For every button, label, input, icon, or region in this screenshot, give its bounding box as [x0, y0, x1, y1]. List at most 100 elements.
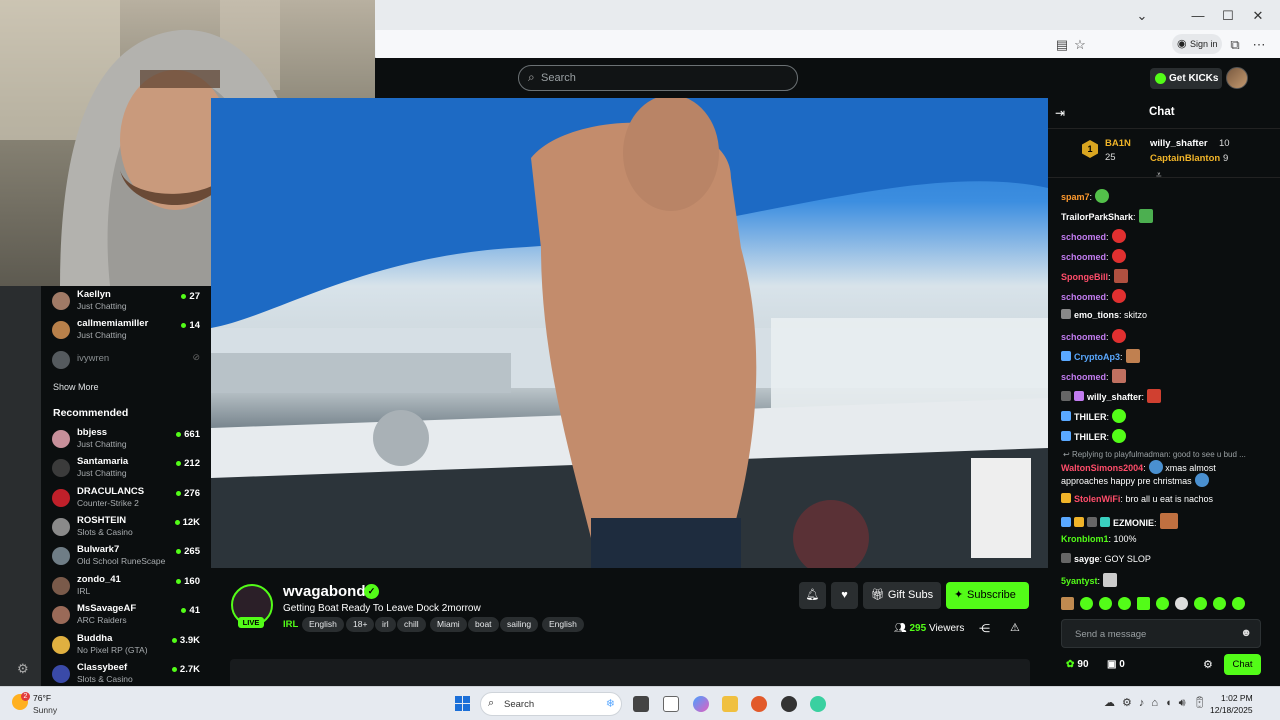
chat-message: schoomed: — [1061, 249, 1126, 263]
sidebar-channel-kaellyn[interactable]: Kaellyn Just Chatting 27 — [52, 289, 204, 317]
settings-gear-icon[interactable]: ⚙ — [17, 661, 29, 677]
sidebar-channel-classybeef[interactable]: Classybeef Slots & Casino 2.7K — [52, 662, 204, 684]
clock-time[interactable]: 1:02 PM — [1221, 693, 1253, 703]
copilot-icon[interactable] — [693, 696, 709, 712]
chat-settings-gear-icon[interactable]: ⚙ — [1203, 658, 1213, 671]
close-button[interactable]: ✕ — [1244, 6, 1272, 26]
task-view-icon[interactable] — [633, 696, 649, 712]
file-explorer-icon[interactable] — [722, 696, 738, 712]
clock-date[interactable]: 12/18/2025 — [1210, 705, 1253, 715]
emote-icon[interactable] — [1213, 597, 1226, 610]
chat-message-input[interactable]: Send a message ☻ — [1061, 619, 1261, 648]
emote-icon[interactable] — [1194, 597, 1207, 610]
app-icon[interactable] — [810, 696, 826, 712]
user-avatar[interactable] — [1226, 67, 1248, 89]
sidebar-channel-roshtein[interactable]: ROSHTEIN Slots & Casino 12K — [52, 515, 204, 543]
show-more-link[interactable]: Show More — [53, 382, 99, 392]
emote-icon[interactable] — [1156, 597, 1169, 610]
chat-message: schoomed: — [1061, 329, 1126, 343]
stream-tag[interactable]: Miami — [430, 617, 467, 632]
subscribe-button[interactable]: ✦ Subscribe — [946, 582, 1029, 609]
channel-category: No Pixel RP (GTA) — [77, 645, 148, 655]
favorite-star-icon[interactable]: ☆ — [1071, 36, 1089, 54]
kicks-coin-icon — [1155, 73, 1166, 84]
kicks-balance[interactable]: ✿ 90 — [1066, 659, 1089, 670]
collapse-chat-icon[interactable]: ⇥ — [1055, 106, 1065, 120]
chat-message: StolenWiFi: bro all u eat is nachos — [1061, 493, 1213, 505]
emote-icon[interactable] — [1061, 597, 1074, 610]
get-kicks-button[interactable]: Get KICKs — [1150, 68, 1222, 89]
reply-arrow-icon: ↩ — [1063, 450, 1072, 459]
leaderboard-second-name[interactable]: willy_shafter — [1150, 138, 1208, 149]
reader-view-icon[interactable]: ▤ — [1053, 36, 1071, 54]
sidebar-channel-ivywren[interactable]: ivywren ⊘ — [52, 348, 204, 376]
site-search-input[interactable]: ⌕ Search — [518, 65, 798, 91]
sidebar-channel-mssavageaf[interactable]: MsSavageAF ARC Raiders 41 — [52, 603, 204, 631]
notepad-icon[interactable] — [663, 696, 679, 712]
follow-heart-button[interactable]: ♥ — [831, 582, 858, 609]
menu-icon[interactable]: ⋯ — [1250, 36, 1268, 54]
stream-tag[interactable]: boat — [468, 617, 499, 632]
system-tray[interactable]: ☁⚙♪⌂◖🔊︎🔋︎ — [1104, 696, 1214, 710]
stream-tag[interactable]: English — [542, 617, 584, 632]
emote-icon[interactable] — [1080, 597, 1093, 610]
chat-message: SpongeBill: — [1061, 269, 1128, 283]
channel-name[interactable]: wvagabond — [283, 583, 366, 600]
address-bar[interactable] — [376, 30, 1280, 58]
sign-in-button[interactable]: ◉ Sign in — [1172, 34, 1222, 54]
video-player[interactable] — [211, 98, 1048, 568]
expand-leaderboard-icon[interactable]: ⩡ — [1156, 170, 1162, 181]
profile-icon: ◉ — [1177, 38, 1187, 50]
firefox-icon[interactable] — [751, 696, 767, 712]
sidebar-channel-santamaria[interactable]: Santamaria Just Chatting 212 — [52, 456, 204, 484]
chat-message: THILER: — [1061, 429, 1127, 443]
stream-category-link[interactable]: IRL — [283, 619, 298, 630]
leaderboard-third-name[interactable]: CaptainBlanton — [1150, 153, 1220, 164]
emote-icon[interactable] — [1232, 597, 1245, 610]
viewers-icon: 👥︎ — [894, 623, 910, 634]
emote-icon[interactable] — [1175, 597, 1188, 610]
maximize-button[interactable]: ☐ — [1214, 6, 1242, 26]
weather-temperature[interactable]: 76°F — [33, 693, 51, 703]
viewer-count: 👥︎ 295 Viewers — [894, 623, 965, 634]
gifts-balance[interactable]: ▣ 0 — [1107, 659, 1125, 670]
sidebar-channel-zondo-41[interactable]: zondo_41 IRL 160 — [52, 574, 204, 602]
sidebar-channel-buddha[interactable]: Buddha No Pixel RP (GTA) 3.9K — [52, 633, 204, 661]
viewer-count: 41 — [181, 605, 200, 616]
stream-tag[interactable]: 18+ — [346, 617, 375, 632]
gift-subs-button[interactable]: 🎁︎ Gift Subs — [863, 582, 941, 609]
share-icon[interactable]: ⋲ — [979, 622, 990, 635]
channel-name: MsSavageAF — [77, 603, 137, 614]
emote-icon[interactable] — [1099, 597, 1112, 610]
emote-icon — [1111, 329, 1126, 343]
emote-icon[interactable] — [1118, 597, 1131, 610]
stream-tag[interactable]: chill — [397, 617, 426, 632]
sidebar-channel-bulwark7[interactable]: Bulwark7 Old School RuneScape 265 — [52, 544, 204, 572]
extensions-icon[interactable]: ⧉ — [1226, 36, 1244, 54]
viewer-count: 160 — [176, 576, 200, 587]
channel-name: zondo_41 — [77, 574, 121, 585]
stream-tag[interactable]: sailing — [500, 617, 539, 632]
taskbar-search-input[interactable]: ⌕ Search ❄ — [480, 692, 622, 716]
notification-bell-button[interactable]: 🔔︎ — [799, 582, 826, 609]
report-warning-icon[interactable]: ⚠ — [1010, 621, 1020, 634]
send-chat-button[interactable]: Chat — [1224, 654, 1261, 675]
reply-context[interactable]: ↩ Replying to playfulmadman: good to see… — [1063, 450, 1246, 459]
sidebar-channel-draculancs[interactable]: DRACULANCS Counter-Strike 2 276 — [52, 486, 204, 514]
leaderboard-first-name[interactable]: BA1N — [1105, 138, 1131, 149]
sidebar-channel-callmemiamiller[interactable]: callmemiamiller Just Chatting 14 — [52, 318, 204, 346]
stream-tag[interactable]: irl — [375, 617, 396, 632]
tab-list-chevron-icon[interactable]: ⌄ — [1128, 6, 1156, 26]
emote-quick-bar[interactable] — [1061, 597, 1261, 613]
channel-name: Bulwark7 — [77, 544, 120, 555]
stream-tag[interactable]: English — [302, 617, 344, 632]
avatar — [52, 459, 70, 477]
sidebar-channel-bbjess[interactable]: bbjess Just Chatting 661 — [52, 427, 204, 455]
start-button[interactable] — [455, 696, 471, 712]
emoji-picker-icon[interactable]: ☻ — [1240, 627, 1252, 639]
viewer-count: 212 — [176, 458, 200, 469]
minimize-button[interactable]: — — [1184, 6, 1212, 26]
obs-icon[interactable] — [781, 696, 797, 712]
emote-icon[interactable] — [1137, 597, 1150, 610]
emote-icon — [1095, 189, 1110, 203]
